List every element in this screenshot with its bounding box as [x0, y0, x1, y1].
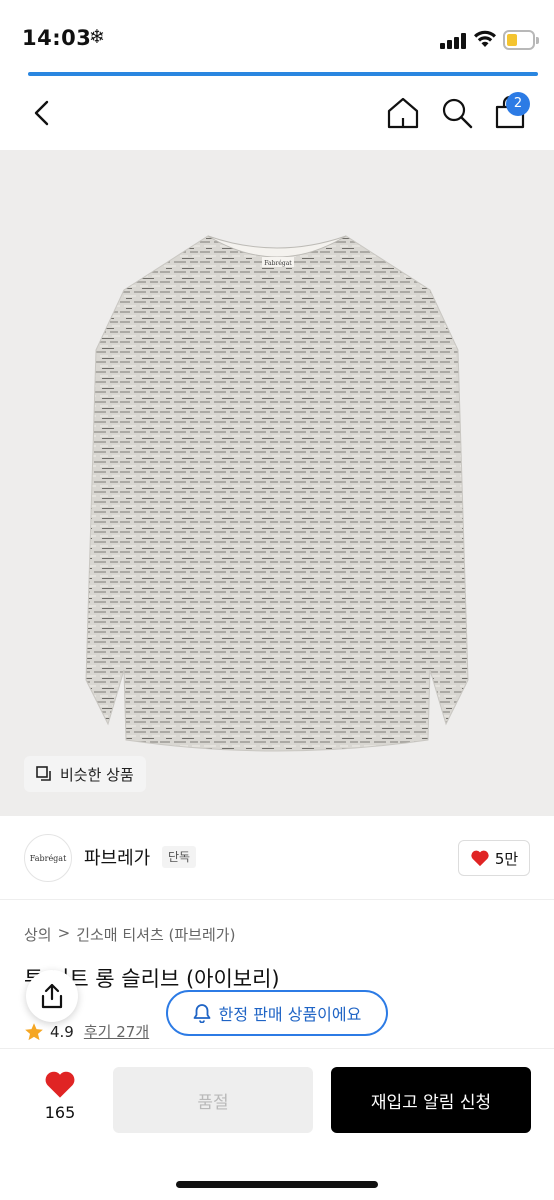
brand-name[interactable]: 파브레가 — [84, 844, 150, 870]
brand-logo-text: Fabrégat — [29, 853, 67, 863]
soldout-button: 품절 — [113, 1067, 313, 1133]
rating-score: 4.9 — [50, 1022, 74, 1041]
home-icon[interactable] — [386, 96, 420, 130]
product-image[interactable]: Fabrégat — [0, 150, 554, 816]
home-indicator — [176, 1181, 378, 1188]
heart-icon — [45, 1071, 75, 1098]
limited-sale-notice: 한정 판매 상품이에요 — [166, 990, 388, 1036]
brand-logo[interactable]: Fabrégat — [24, 834, 72, 882]
bottom-action-bar: 165 품절 재입고 알림 신청 — [0, 1048, 554, 1200]
similar-products-label: 비슷한 상품 — [60, 765, 134, 784]
back-arrow-icon[interactable] — [28, 98, 56, 128]
copy-icon — [36, 766, 51, 781]
heart-icon — [471, 850, 489, 867]
signal-icon — [440, 33, 466, 49]
status-time: 14:03 — [22, 26, 92, 50]
restock-alert-button[interactable]: 재입고 알림 신청 — [331, 1067, 531, 1133]
sweater-illustration: Fabrégat — [85, 235, 469, 752]
share-button[interactable] — [26, 970, 78, 1022]
share-icon — [41, 983, 63, 1009]
breadcrumb-level2[interactable]: 긴소매 티셔츠 (파브레가) — [76, 924, 235, 945]
brand-row: Fabrégat 파브레가 단독 5만 — [0, 816, 554, 900]
cart-count-badge: 2 — [506, 92, 530, 116]
battery-icon — [503, 30, 539, 50]
snowflake-icon: ❄ — [89, 26, 105, 48]
brand-like-count: 5만 — [494, 849, 519, 868]
brand-like-button[interactable]: 5만 — [458, 840, 530, 876]
search-icon[interactable] — [440, 96, 474, 130]
restock-alert-label: 재입고 알림 신청 — [370, 1092, 492, 1113]
star-icon — [25, 1022, 43, 1040]
status-bar: 14:03 ❄ — [0, 0, 554, 76]
wishlist-button[interactable]: 165 — [20, 1069, 100, 1133]
wishlist-count: 165 — [44, 1103, 76, 1122]
rating-row: 4.9 후기 27개 — [24, 1021, 149, 1042]
breadcrumb: 상의 > 긴소매 티셔츠 (파브레가) — [24, 924, 235, 945]
bell-icon — [193, 1004, 211, 1023]
top-nav: 2 — [0, 76, 554, 150]
review-link[interactable]: 후기 27개 — [84, 1021, 149, 1042]
garment-label: Fabrégat — [264, 260, 292, 267]
wifi-icon — [474, 30, 496, 47]
breadcrumb-level1[interactable]: 상의 — [24, 924, 52, 945]
similar-products-button[interactable]: 비슷한 상품 — [24, 756, 146, 792]
soldout-label: 품절 — [197, 1092, 229, 1113]
exclusive-badge: 단독 — [162, 846, 197, 868]
breadcrumb-separator: > — [57, 924, 71, 942]
limited-sale-label: 한정 판매 상품이에요 — [218, 1005, 362, 1024]
